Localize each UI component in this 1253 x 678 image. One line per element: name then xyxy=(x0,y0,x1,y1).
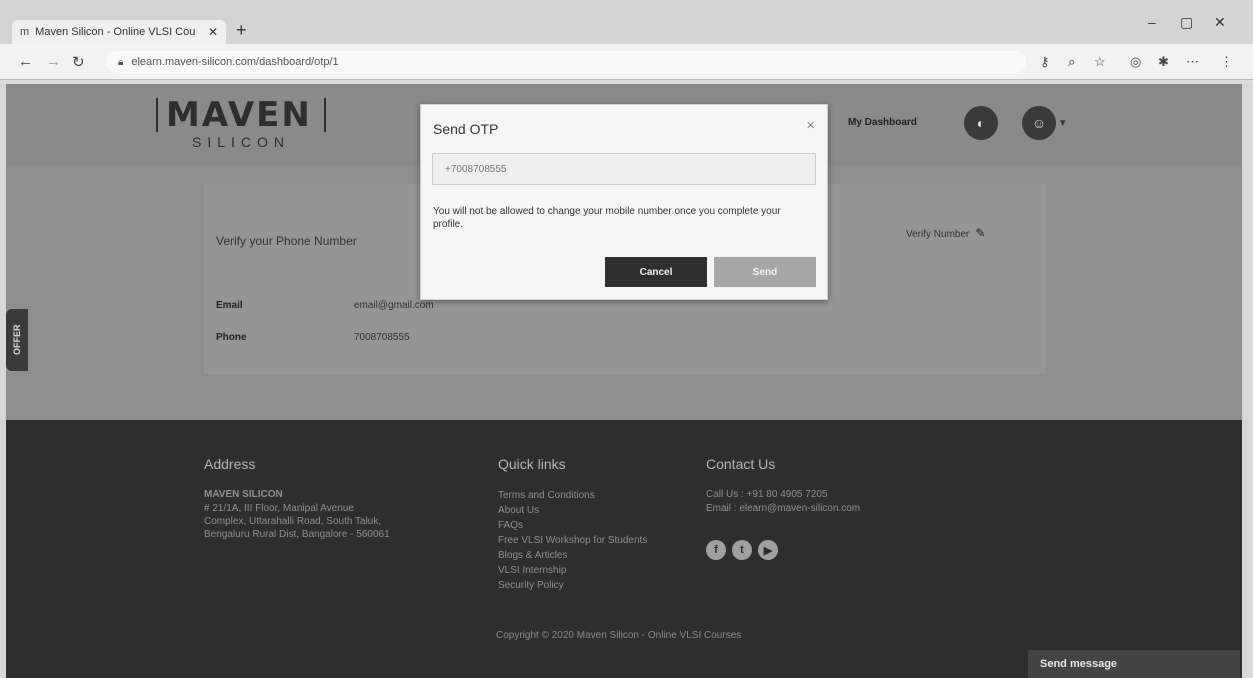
maven-silicon-logo[interactable]: MAVEN SILICON xyxy=(156,98,326,154)
phone-label: Phone xyxy=(216,332,247,343)
window-close-button[interactable]: ✕ xyxy=(1214,14,1226,31)
forward-arrow-icon[interactable]: → xyxy=(46,53,61,70)
quick-link-about[interactable]: About Us xyxy=(498,503,647,518)
quick-links-title: Quick links xyxy=(498,456,566,472)
address-line: # 21/1A, III Floor, Manipal Avenue xyxy=(204,503,354,514)
tab-close-icon[interactable]: ✕ xyxy=(208,25,218,39)
phone-value: 7008708555 xyxy=(354,332,410,343)
tab-title: Maven Silicon - Online VLSI Cou xyxy=(35,26,196,38)
browser-tab[interactable]: m Maven Silicon - Online VLSI Cou ✕ xyxy=(12,20,226,44)
address-line: Bengaluru Rural Dist, Bangalore - 560061 xyxy=(204,529,390,540)
quick-link-terms[interactable]: Terms and Conditions xyxy=(498,488,647,503)
key-icon[interactable]: ⚷ xyxy=(1040,54,1050,70)
quick-link-faqs[interactable]: FAQs xyxy=(498,518,647,533)
pencil-icon: ✎ xyxy=(975,226,986,240)
logo-sub-text: SILICON xyxy=(191,134,290,150)
address-bar[interactable]: 🔒︎ elearn.maven-silicon.com/dashboard/ot… xyxy=(106,51,1026,73)
modal-title: Send OTP xyxy=(433,121,499,137)
close-icon[interactable]: × xyxy=(806,117,815,134)
quick-link-workshop[interactable]: Free VLSI Workshop for Students xyxy=(498,533,647,548)
send-button[interactable]: Send xyxy=(714,257,816,287)
new-tab-button[interactable]: + xyxy=(236,20,247,41)
send-otp-modal: Send OTP × You will not be allowed to ch… xyxy=(420,104,828,300)
copyright-text: Copyright © 2020 Maven Silicon - Online … xyxy=(496,630,742,641)
quick-link-security[interactable]: Security Policy xyxy=(498,578,647,593)
quick-link-internship[interactable]: VLSI Internship xyxy=(498,563,647,578)
logo-main-text: MAVEN xyxy=(156,98,326,132)
url-text: elearn.maven-silicon.com/dashboard/otp/1 xyxy=(131,56,339,68)
quick-link-blogs[interactable]: Blogs & Articles xyxy=(498,548,647,563)
cancel-button[interactable]: Cancel xyxy=(605,257,707,287)
send-message-chat-button[interactable]: Send message xyxy=(1028,650,1240,678)
verify-number-label: Verify Number xyxy=(906,229,970,240)
zoom-icon[interactable]: ⌕ xyxy=(1068,54,1075,70)
address-line: Complex, Uttarahalli Road, South Taluk, xyxy=(204,516,382,527)
browser-chrome: m Maven Silicon - Online VLSI Cou ✕ + – … xyxy=(0,0,1253,84)
site-footer: Address MAVEN SILICON # 21/1A, III Floor… xyxy=(6,420,1242,678)
address-title: Address xyxy=(204,456,256,472)
extension-globe-icon[interactable]: ◎ xyxy=(1130,54,1141,70)
star-icon[interactable]: ☆ xyxy=(1094,54,1106,70)
chevron-down-icon[interactable]: ▾ xyxy=(1060,116,1066,129)
reload-icon[interactable]: ↻ xyxy=(72,53,85,71)
menu-icon[interactable]: ⋮ xyxy=(1220,54,1233,70)
phone-number-input[interactable] xyxy=(432,153,816,185)
email-label: Email xyxy=(216,300,243,311)
user-avatar-icon[interactable]: ☺ xyxy=(1022,106,1056,140)
minimize-button[interactable]: – xyxy=(1148,14,1156,30)
my-dashboard-link[interactable]: My Dashboard xyxy=(848,117,917,128)
lock-icon: 🔒︎ xyxy=(118,56,124,68)
extension-icon[interactable]: ⋯ xyxy=(1186,54,1199,70)
verify-phone-title: Verify your Phone Number xyxy=(216,234,357,248)
maximize-button[interactable]: ▢ xyxy=(1180,14,1193,31)
favicon-icon: m xyxy=(20,26,30,38)
back-arrow-icon[interactable]: ← xyxy=(18,53,33,70)
modal-note: You will not be allowed to change your m… xyxy=(433,206,781,230)
email-value: email@gmail.com xyxy=(354,300,434,311)
contact-title: Contact Us xyxy=(706,456,776,472)
facebook-icon[interactable]: f xyxy=(706,540,726,560)
contact-phone: Call Us : +91 80 4905 7205 xyxy=(706,489,828,500)
youtube-icon[interactable]: ▶ xyxy=(758,540,778,560)
verify-number-link[interactable]: Verify Number ✎ xyxy=(906,226,985,240)
contact-email[interactable]: Email : elearn@maven-silicon.com xyxy=(706,502,860,515)
quick-links-list: Terms and Conditions About Us FAQs Free … xyxy=(498,488,647,593)
twitter-icon[interactable]: t xyxy=(732,540,752,560)
notifications-icon[interactable]: ◐ xyxy=(964,106,998,140)
company-name: MAVEN SILICON xyxy=(204,489,283,500)
offer-tab[interactable]: OFFER xyxy=(6,309,28,371)
puzzle-icon[interactable]: ✱ xyxy=(1158,54,1169,70)
